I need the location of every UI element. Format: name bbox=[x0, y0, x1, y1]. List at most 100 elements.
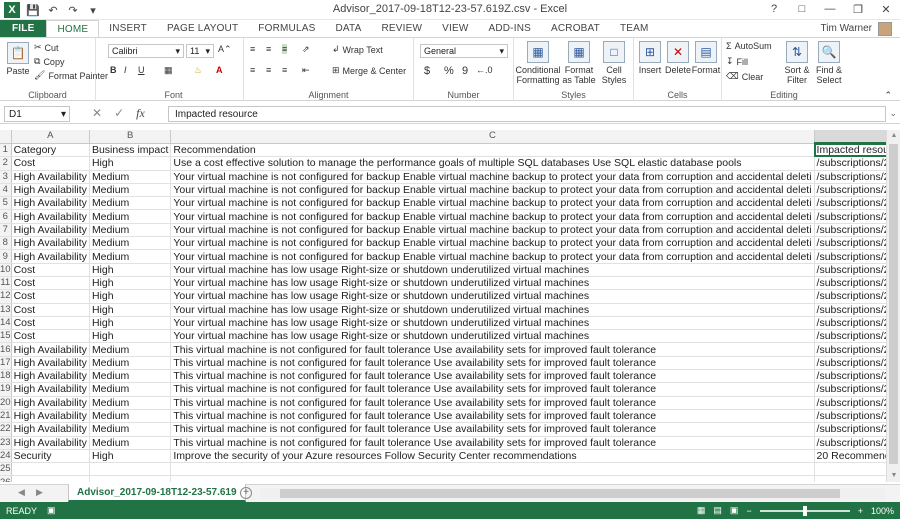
zoom-slider-knob[interactable] bbox=[802, 505, 807, 516]
row-header[interactable]: 22 bbox=[0, 422, 12, 437]
cell-b-15[interactable]: High bbox=[89, 329, 172, 344]
cell-b-5[interactable]: Medium bbox=[89, 196, 172, 211]
cell-a-10[interactable]: Cost bbox=[11, 263, 90, 277]
cell-c-10[interactable]: Your virtual machine has low usage Right… bbox=[170, 263, 815, 277]
cell-c-6[interactable]: Your virtual machine is not configured f… bbox=[170, 209, 815, 224]
row-header[interactable]: 20 bbox=[0, 396, 12, 410]
cell-c-11[interactable]: Your virtual machine has low usage Right… bbox=[170, 276, 815, 291]
cell-a-13[interactable]: Cost bbox=[11, 303, 90, 317]
user-account[interactable]: Tim Warner bbox=[821, 20, 892, 37]
cell-c-25[interactable] bbox=[170, 462, 815, 477]
zoom-level[interactable]: 100% bbox=[871, 506, 894, 516]
cell-c-17[interactable]: This virtual machine is not configured f… bbox=[170, 356, 815, 371]
cell-b-25[interactable] bbox=[89, 462, 172, 477]
horizontal-scrollbar[interactable] bbox=[260, 488, 886, 499]
cell-d-13[interactable]: /subscriptions/212f9889-769e-45ae-ab bbox=[814, 303, 886, 317]
fill-button[interactable]: ↧ Fill bbox=[726, 56, 748, 67]
cell-c-1[interactable]: Recommendation bbox=[170, 143, 815, 158]
cell-a-6[interactable]: High Availability bbox=[11, 209, 90, 224]
next-sheet-icon[interactable]: ▶ bbox=[36, 487, 43, 498]
cell-d-22[interactable]: /subscriptions/212f9889-769e-45ae-ab bbox=[814, 422, 886, 437]
paste-button[interactable]: 📋 Paste bbox=[4, 42, 32, 76]
cell-b-20[interactable]: Medium bbox=[89, 396, 172, 410]
cell-b-6[interactable]: Medium bbox=[89, 209, 172, 224]
orientation-icon[interactable]: ⇗ bbox=[302, 44, 310, 55]
cell-d-25[interactable] bbox=[814, 462, 886, 477]
row-header[interactable]: 16 bbox=[0, 342, 12, 357]
cell-a-9[interactable]: High Availability bbox=[11, 249, 90, 264]
row-header[interactable]: 24 bbox=[0, 449, 12, 464]
cell-b-9[interactable]: Medium bbox=[89, 249, 172, 264]
cell-a-22[interactable]: High Availability bbox=[11, 422, 90, 437]
column-header-c[interactable]: C bbox=[170, 130, 815, 144]
cell-a-2[interactable]: Cost bbox=[11, 156, 90, 171]
cell-d-1[interactable]: Impacted resource bbox=[814, 143, 886, 158]
row-header[interactable]: 5 bbox=[0, 196, 12, 211]
cell-a-14[interactable]: Cost bbox=[11, 316, 90, 331]
align-bottom-icon[interactable]: ≡ bbox=[282, 44, 288, 54]
cell-d-4[interactable]: /subscriptions/212f9889-769e-45ae-ab bbox=[814, 183, 886, 198]
cell-b-16[interactable]: Medium bbox=[89, 342, 172, 357]
fill-color-icon[interactable]: ♨ bbox=[194, 65, 202, 76]
cell-a-21[interactable]: High Availability bbox=[11, 409, 90, 424]
row-header[interactable]: 15 bbox=[0, 329, 12, 344]
row-header[interactable]: 2 bbox=[0, 156, 12, 171]
cell-c-9[interactable]: Your virtual machine is not configured f… bbox=[170, 249, 815, 264]
find-select-button[interactable]: 🔍 Find & Select bbox=[814, 41, 844, 85]
row-header[interactable]: 7 bbox=[0, 223, 12, 238]
cut-button[interactable]: ✂ Cut bbox=[34, 42, 59, 53]
ribbon-display-icon[interactable]: □ bbox=[788, 0, 816, 18]
cell-b-8[interactable]: Medium bbox=[89, 236, 172, 251]
cell-b-23[interactable]: Medium bbox=[89, 436, 172, 450]
cell-b-11[interactable]: High bbox=[89, 276, 172, 291]
cell-d-21[interactable]: /subscriptions/212f9889-769e-45ae-ab bbox=[814, 409, 886, 424]
cell-b-7[interactable]: Medium bbox=[89, 223, 172, 238]
tab-view[interactable]: VIEW bbox=[432, 20, 478, 37]
cell-c-26[interactable] bbox=[170, 475, 815, 482]
cell-c-18[interactable]: This virtual machine is not configured f… bbox=[170, 369, 815, 384]
zoom-in-icon[interactable]: + bbox=[858, 506, 863, 516]
comma-button[interactable]: 9 bbox=[462, 65, 468, 77]
macro-record-icon[interactable]: ▣ bbox=[47, 505, 56, 516]
insert-cells-button[interactable]: ⊞ Insert bbox=[636, 41, 664, 75]
cell-a-23[interactable]: High Availability bbox=[11, 436, 90, 450]
cell-b-12[interactable]: High bbox=[89, 289, 172, 304]
minimize-icon[interactable]: — bbox=[816, 0, 844, 18]
row-header[interactable]: 18 bbox=[0, 369, 12, 384]
column-header-a[interactable]: A bbox=[11, 130, 90, 144]
cell-d-6[interactable]: /subscriptions/212f9889-769e-45ae-ab bbox=[814, 209, 886, 224]
row-header[interactable]: 12 bbox=[0, 289, 12, 304]
increase-decimal-icon[interactable]: ←.0 bbox=[476, 65, 493, 75]
cell-d-10[interactable]: /subscriptions/212f9889-769e-45ae-ab bbox=[814, 263, 886, 277]
cell-d-17[interactable]: /subscriptions/212f9889-769e-45ae-ab bbox=[814, 356, 886, 371]
row-header[interactable]: 1 bbox=[0, 143, 12, 158]
wrap-text-button[interactable]: ↲ Wrap Text bbox=[332, 44, 383, 55]
row-header[interactable]: 13 bbox=[0, 303, 12, 317]
cell-a-19[interactable]: High Availability bbox=[11, 382, 90, 397]
row-header[interactable]: 26 bbox=[0, 475, 12, 482]
row-header[interactable]: 25 bbox=[0, 462, 12, 477]
percent-button[interactable]: % bbox=[444, 65, 454, 77]
align-left-icon[interactable]: ≡ bbox=[250, 65, 255, 75]
cell-c-24[interactable]: Improve the security of your Azure resou… bbox=[170, 449, 815, 464]
cell-c-5[interactable]: Your virtual machine is not configured f… bbox=[170, 196, 815, 211]
cell-d-8[interactable]: /subscriptions/212f9889-769e-45ae-ab bbox=[814, 236, 886, 251]
font-size-select[interactable]: 11 ▾ bbox=[186, 44, 214, 58]
cell-c-2[interactable]: Use a cost effective solution to manage … bbox=[170, 156, 815, 171]
expand-formula-bar-icon[interactable]: ⌄ bbox=[889, 108, 897, 119]
cell-a-25[interactable] bbox=[11, 462, 90, 477]
cell-d-26[interactable] bbox=[814, 475, 886, 482]
cell-d-24[interactable]: 20 Recommendations bbox=[814, 449, 886, 464]
cell-d-2[interactable]: /subscriptions/212f9889-769e-45ae-ab bbox=[814, 156, 886, 171]
cell-d-15[interactable]: /subscriptions/212f9889-769e-45ae-ab bbox=[814, 329, 886, 344]
select-all-corner[interactable] bbox=[0, 130, 12, 144]
indent-icon[interactable]: ⇤ bbox=[302, 65, 310, 76]
row-header[interactable]: 17 bbox=[0, 356, 12, 371]
zoom-slider[interactable] bbox=[759, 505, 850, 516]
cell-d-11[interactable]: /subscriptions/212f9889-769e-45ae-ab bbox=[814, 276, 886, 291]
cell-d-19[interactable]: /subscriptions/212f9889-769e-45ae-ab bbox=[814, 382, 886, 397]
row-header[interactable]: 9 bbox=[0, 249, 12, 264]
align-middle-icon[interactable]: ≡ bbox=[266, 44, 271, 54]
normal-view-icon[interactable]: ▦ bbox=[697, 505, 706, 516]
column-header-d[interactable]: D bbox=[814, 130, 886, 145]
